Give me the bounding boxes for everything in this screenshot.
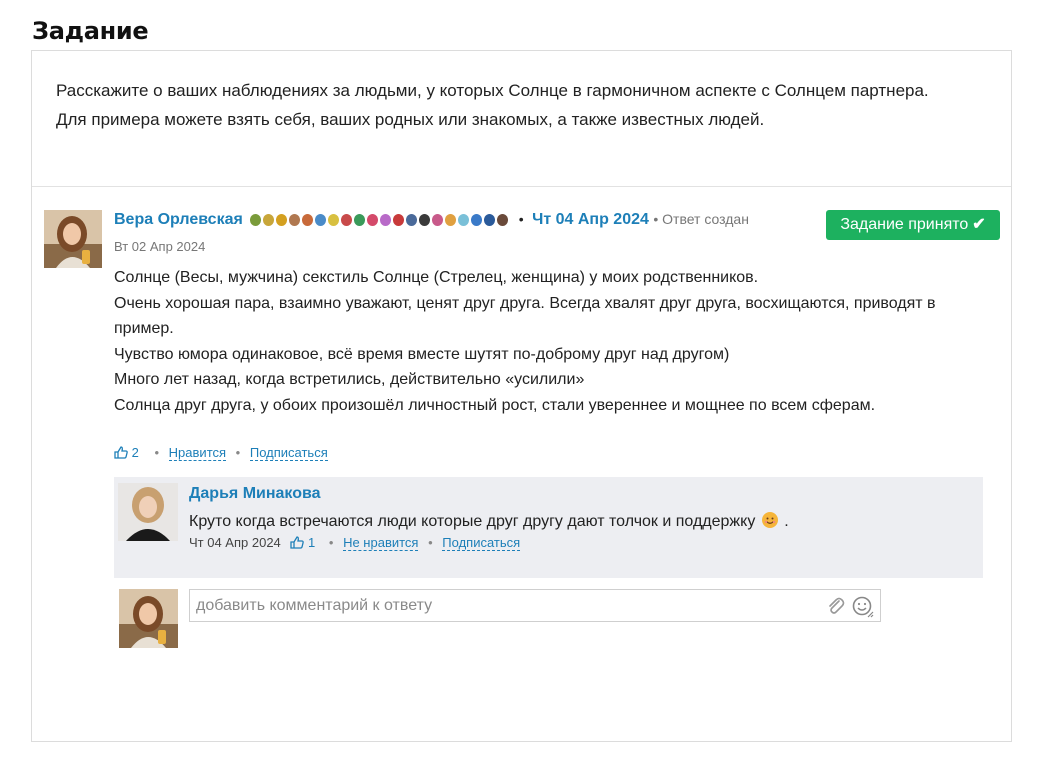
task-description: Расскажите о ваших наблюдениях за людьми… bbox=[56, 76, 986, 134]
like-button[interactable]: Нравится bbox=[168, 445, 227, 461]
comment: Дарья Минакова Круто когда встречаются л… bbox=[114, 477, 983, 578]
achievement-badge-icon[interactable] bbox=[367, 213, 379, 226]
achievement-badge-icon[interactable] bbox=[432, 213, 444, 226]
author-name-link[interactable]: Вера Орлевская bbox=[114, 211, 243, 228]
achievement-badge-icon[interactable] bbox=[341, 213, 353, 226]
achievement-badge-icon[interactable] bbox=[458, 213, 470, 226]
achievement-badge-icon[interactable] bbox=[406, 213, 418, 226]
page-title: Задание bbox=[32, 17, 149, 45]
answer-paragraph: Солнце (Весы, мужчина) секстиль Солнце (… bbox=[114, 269, 759, 286]
achievement-badge-icon[interactable] bbox=[380, 213, 392, 226]
author-avatar[interactable] bbox=[44, 210, 102, 268]
achievement-badge-icon[interactable] bbox=[471, 213, 483, 226]
answer-actions: 2 • Нравится • Подписаться bbox=[114, 445, 328, 461]
achievement-badge-icon[interactable] bbox=[276, 213, 288, 226]
smiling-face-icon bbox=[761, 512, 778, 528]
achievement-badge-icon[interactable] bbox=[250, 213, 262, 226]
unlike-button[interactable]: Не нравится bbox=[343, 535, 419, 551]
current-user-avatar bbox=[119, 589, 178, 648]
answer-paragraph: Чувство юмора одинаковое, всё время вмес… bbox=[114, 345, 730, 363]
paperclip-icon[interactable] bbox=[826, 596, 846, 616]
comment-like-count: 1 bbox=[308, 535, 316, 550]
task-container: Расскажите о ваших наблюдениях за людьми… bbox=[31, 50, 1012, 742]
achievement-badge-icon[interactable] bbox=[419, 213, 431, 226]
comment-author-avatar[interactable] bbox=[118, 483, 178, 541]
comment-subscribe-button[interactable]: Подписаться bbox=[442, 535, 521, 551]
thumbs-up-icon[interactable] bbox=[290, 535, 308, 550]
thumbs-up-icon[interactable] bbox=[114, 445, 132, 460]
comment-author-name-link[interactable]: Дарья Минакова bbox=[189, 485, 321, 503]
achievement-badge-icon[interactable] bbox=[484, 213, 496, 226]
answer-body: Солнце (Весы, мужчина) секстиль Солнце (… bbox=[114, 265, 994, 418]
separator-dot: • bbox=[235, 445, 241, 460]
separator-dot: • bbox=[518, 211, 524, 228]
comment-text-suffix: . bbox=[784, 513, 789, 530]
achievement-badge-icon[interactable] bbox=[315, 213, 327, 226]
task-accepted-badge: Задание принято ✔ bbox=[826, 210, 1000, 240]
emoji-picker-icon[interactable] bbox=[852, 596, 874, 618]
answer-date-link[interactable]: Чт 04 Апр 2024 bbox=[532, 211, 649, 228]
achievement-badge-icon[interactable] bbox=[302, 213, 314, 226]
task-text-line: Для примера можете взять себя, ваших род… bbox=[56, 110, 765, 129]
comment-date: Чт 04 Апр 2024 bbox=[189, 535, 281, 550]
achievement-badge-icon[interactable] bbox=[393, 213, 405, 226]
subscribe-button[interactable]: Подписаться bbox=[249, 445, 328, 461]
task-text-line: Расскажите о ваших наблюдениях за людьми… bbox=[56, 81, 929, 100]
achievement-badges bbox=[250, 211, 510, 229]
created-label-text: Ответ создан bbox=[662, 211, 749, 228]
achievement-badge-icon[interactable] bbox=[328, 213, 340, 226]
reply-comment-input[interactable] bbox=[189, 589, 881, 622]
created-label: • Ответ создан bbox=[653, 211, 749, 228]
separator-dot: • bbox=[428, 535, 433, 550]
task-accepted-label: Задание принято bbox=[840, 216, 969, 233]
answer-paragraph: Очень хорошая пара, взаимно уважают, цен… bbox=[114, 294, 936, 338]
created-date: Вт 02 Апр 2024 bbox=[114, 239, 206, 254]
answer-paragraph: Много лет назад, когда встретились, дейс… bbox=[114, 371, 585, 388]
comment-meta: Чт 04 Апр 2024 1 • Не нравится • Подписа… bbox=[189, 535, 521, 551]
separator-dot: • bbox=[328, 535, 334, 550]
divider bbox=[32, 186, 1011, 187]
achievement-badge-icon[interactable] bbox=[354, 213, 366, 226]
achievement-badge-icon[interactable] bbox=[263, 213, 275, 226]
separator-dot: • bbox=[154, 445, 160, 460]
like-count: 2 bbox=[131, 445, 139, 460]
comment-text: Круто когда встречаются люди которые дру… bbox=[189, 512, 789, 531]
comment-text-body: Круто когда встречаются люди которые дру… bbox=[189, 513, 756, 530]
achievement-badge-icon[interactable] bbox=[497, 213, 509, 226]
achievement-badge-icon[interactable] bbox=[445, 213, 457, 226]
achievement-badge-icon[interactable] bbox=[289, 213, 301, 226]
check-icon: ✔ bbox=[972, 216, 986, 233]
answer-paragraph: Солнца друг друга, у обоих произошёл лич… bbox=[114, 396, 876, 414]
answer-header: Вера Орлевская • Чт 04 Апр 2024 • Ответ … bbox=[114, 211, 749, 229]
